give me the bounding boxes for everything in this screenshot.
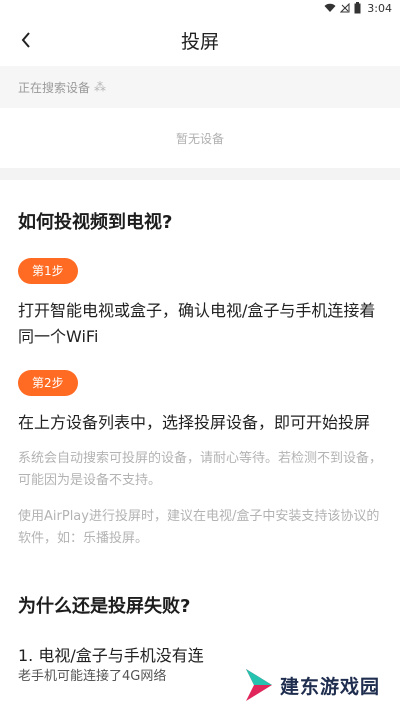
page-title: 投屏 xyxy=(180,30,219,53)
status-bar: 3:04 xyxy=(0,0,400,16)
howto-title: 如何投视频到电视? xyxy=(18,212,173,233)
app-bar: 投屏 xyxy=(0,16,400,64)
tip-text: 系统会自动搜索可投屏的设备，请耐心等待。若检测不到设备，可能因为是设备不支持。 xyxy=(18,451,383,488)
step-badge: 第2步 xyxy=(18,370,78,396)
device-list-empty: 暂无设备 xyxy=(0,108,400,168)
empty-text: 暂无设备 xyxy=(175,131,224,146)
watermark: 建东游戏园 xyxy=(237,663,388,707)
search-status-text: 正在搜索设备 xyxy=(18,80,91,95)
search-status: 正在搜索设备 ⁂ xyxy=(0,66,400,108)
back-button[interactable] xyxy=(12,26,40,54)
failure-title: 为什么还是投屏失败? xyxy=(18,596,191,617)
wifi-icon xyxy=(324,3,336,12)
help-content: 如何投视频到电视? 第1步 打开智能电视或盒子，确认电视/盒子与手机连接着同一个… xyxy=(0,180,400,686)
status-time: 3:04 xyxy=(367,1,392,15)
battery-icon xyxy=(354,2,361,14)
step-text: 打开智能电视或盒子，确认电视/盒子与手机连接着同一个WiFi xyxy=(18,301,376,346)
watermark-text: 建东游戏园 xyxy=(279,675,380,698)
loading-spinner-icon: ⁂ xyxy=(94,80,107,94)
section-divider xyxy=(0,168,400,180)
chevron-left-icon xyxy=(21,32,30,48)
signal-off-icon xyxy=(340,3,350,13)
step-text: 在上方设备列表中，选择投屏设备，即可开始投屏 xyxy=(18,413,371,432)
tip-text: 使用AirPlay进行投屏时，建议在电视/盒子中安装支持该协议的软件，如：乐播投… xyxy=(18,509,380,546)
watermark-logo-icon xyxy=(245,669,272,701)
step-badge: 第1步 xyxy=(18,258,78,284)
